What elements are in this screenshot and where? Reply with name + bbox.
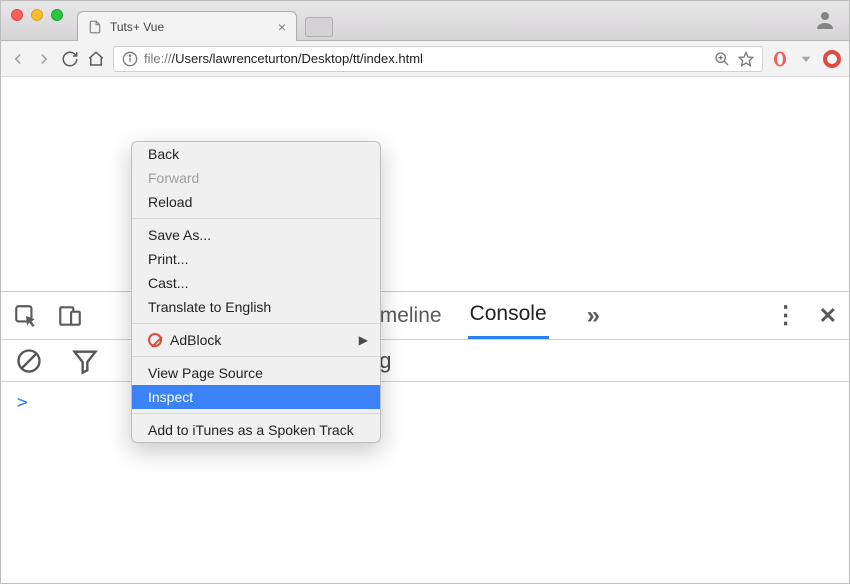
tab-title: Tuts+ Vue [110,20,164,34]
menu-forward: Forward [132,166,380,190]
octotree-extension-icon[interactable] [823,50,841,68]
window-controls [1,1,73,21]
maximize-window-button[interactable] [51,9,63,21]
clear-console-icon[interactable] [15,347,43,375]
devtools-header: Timeline Console » ⋮ ✕ [1,292,849,340]
reload-icon[interactable] [61,50,79,68]
address-bar[interactable]: file:///Users/lawrenceturton/Desktop/tt/… [113,46,763,72]
file-icon [88,20,102,34]
inspect-element-icon[interactable] [13,303,39,329]
opera-extension-icon[interactable] [771,50,789,68]
zoom-icon[interactable] [714,51,730,67]
menu-separator [132,323,380,324]
devtools-menu-icon[interactable]: ⋮ [774,301,799,330]
devtools-panel: Timeline Console » ⋮ ✕ og > [1,291,849,583]
device-toggle-icon[interactable] [57,303,83,329]
context-menu: Back Forward Reload Save As... Print... … [131,141,381,443]
menu-save-as[interactable]: Save As... [132,223,380,247]
new-tab-button[interactable] [305,17,333,37]
info-icon[interactable] [122,51,138,67]
menu-adblock[interactable]: AdBlock ▶ [132,328,380,352]
close-tab-icon[interactable]: × [278,19,286,35]
url-text: file:///Users/lawrenceturton/Desktop/tt/… [144,51,423,66]
submenu-arrow-icon: ▶ [359,333,368,347]
forward-icon[interactable] [35,50,53,68]
home-icon[interactable] [87,50,105,68]
tab-console[interactable]: Console [468,292,549,339]
profile-icon[interactable] [813,8,837,32]
filter-icon[interactable] [71,347,99,375]
menu-itunes[interactable]: Add to iTunes as a Spoken Track [132,418,380,442]
menu-separator [132,218,380,219]
toolbar: file:///Users/lawrenceturton/Desktop/tt/… [1,41,849,77]
menu-inspect[interactable]: Inspect [132,385,380,409]
minimize-window-button[interactable] [31,9,43,21]
more-tabs-icon[interactable]: » [587,302,600,330]
menu-adblock-label: AdBlock [170,332,221,348]
close-window-button[interactable] [11,9,23,21]
adblock-icon [148,333,162,347]
menu-translate[interactable]: Translate to English [132,295,380,319]
chevron-down-icon[interactable] [797,50,815,68]
menu-print[interactable]: Print... [132,247,380,271]
bookmark-star-icon[interactable] [738,51,754,67]
devtools-tabs: Timeline Console » [361,292,600,339]
extension-icons [771,50,841,68]
menu-cast[interactable]: Cast... [132,271,380,295]
devtools-close-icon[interactable]: ✕ [819,303,837,329]
back-icon[interactable] [9,50,27,68]
titlebar: Tuts+ Vue × [1,1,849,41]
console-prompt: > [17,392,28,413]
menu-view-source[interactable]: View Page Source [132,361,380,385]
browser-tab[interactable]: Tuts+ Vue × [77,11,297,41]
tab-strip: Tuts+ Vue × [77,1,333,41]
menu-reload[interactable]: Reload [132,190,380,214]
menu-separator [132,413,380,414]
console-body[interactable]: > [1,382,849,423]
menu-back[interactable]: Back [132,142,380,166]
menu-separator [132,356,380,357]
console-toolbar: og [1,340,849,382]
